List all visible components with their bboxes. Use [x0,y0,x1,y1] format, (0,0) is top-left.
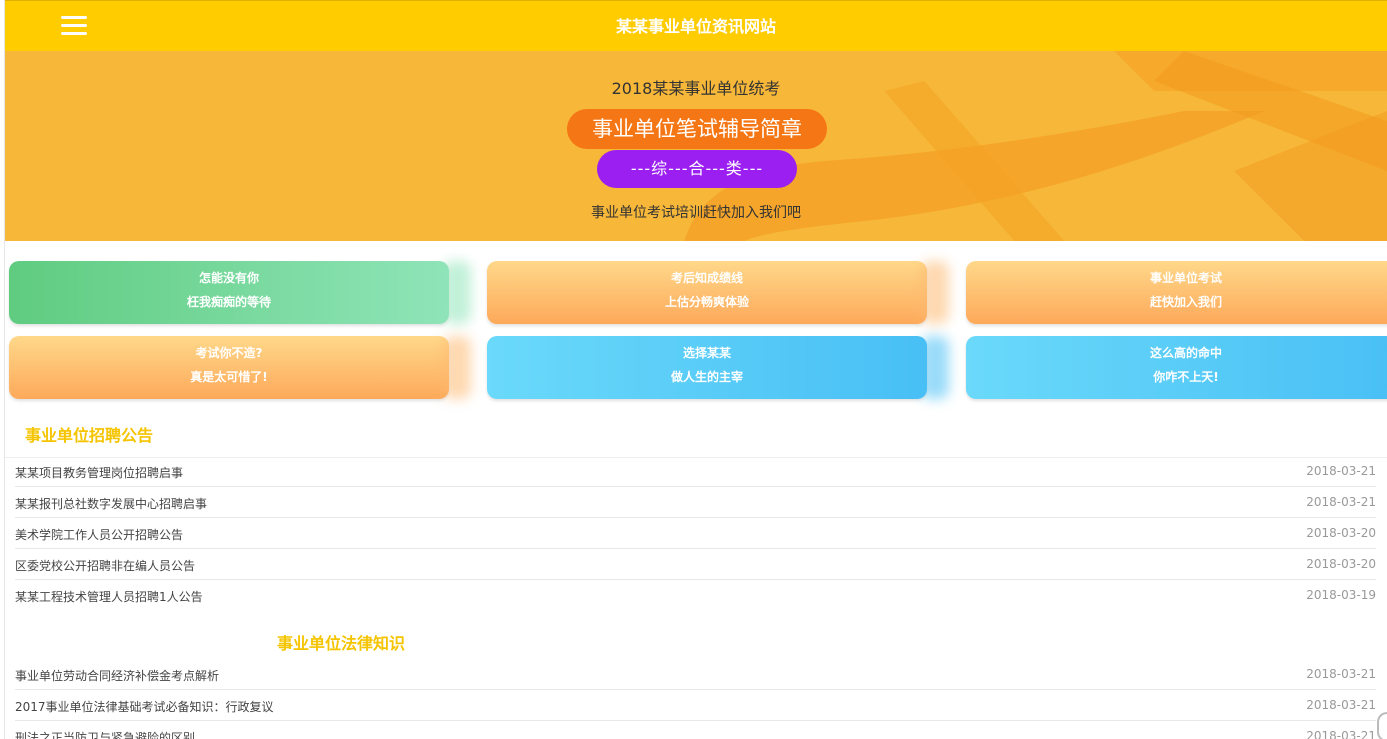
list-item-title: 某某报刊总社数字发展中心招聘启事 [15,497,208,511]
promo-card-line1: 考试你不造? [195,346,263,360]
list-item[interactable]: 区委党校公开招聘非在编人员公告 2018-03-20 [15,549,1376,580]
list-item[interactable]: 事业单位劳动合同经济补偿金考点解析 2018-03-21 [15,659,1376,690]
promo-card-line1: 选择某某 [682,346,731,360]
promo-card-line1: 怎能没有你 [198,271,259,285]
list-item[interactable]: 某某项目教务管理岗位招聘启事 2018-03-21 [15,456,1376,487]
promo-card[interactable]: 怎能没有你 枉我痴痴的等待 [9,261,449,324]
list-item[interactable]: 美术学院工作人员公开招聘公告 2018-03-20 [15,518,1376,549]
list-item-date: 2018-03-21 [1306,464,1376,478]
list-item-title: 美术学院工作人员公开招聘公告 [15,528,184,542]
scroll-to-top-handle[interactable] [1377,712,1387,739]
banner-subtitle: 2018某某事业单位统考 [611,79,781,98]
promo-card[interactable]: 考后知成绩线 上估分畅爽体验 [487,261,927,324]
promo-card-line2: 枉我痴痴的等待 [186,295,271,309]
list-item-title: 某某工程技术管理人员招聘1人公告 [15,590,203,604]
list-item-date: 2018-03-20 [1306,557,1376,571]
banner-category: ---综---合---类--- [597,150,797,188]
list-item-title: 区委党校公开招聘非在编人员公告 [15,559,196,573]
promo-card-line2: 上估分畅爽体验 [664,295,749,309]
list-item-title: 2017事业单位法律基础考试必备知识：行政复议 [15,700,274,714]
promo-card-line1: 这么高的命中 [1149,346,1222,360]
list-item-date: 2018-03-21 [1306,729,1376,739]
promo-card-line2: 真是太可惜了! [190,370,268,384]
site-title: 某某事业单位资讯网站 [615,17,776,36]
list-item-date: 2018-03-19 [1306,588,1376,602]
banner-note: 事业单位考试培训赶快加入我们吧 [591,205,801,221]
list-item-date: 2018-03-20 [1306,526,1376,540]
list-item-date: 2018-03-21 [1306,667,1376,681]
promo-card-line2: 赶快加入我们 [1149,295,1222,309]
list-item[interactable]: 刑法之正当防卫与紧急避险的区别 2018-03-21 [15,721,1376,739]
list-item-title: 事业单位劳动合同经济补偿金考点解析 [15,669,220,683]
top-bar: 某某事业单位资讯网站 [5,0,1387,51]
law-section-title: 事业单位法律知识 [277,634,406,653]
banner-headline: 事业单位笔试辅导简章 [567,109,827,149]
list-item[interactable]: 2017事业单位法律基础考试必备知识：行政复议 2018-03-21 [15,690,1376,721]
hero-banner[interactable]: 2018某某事业单位统考 事业单位笔试辅导简章 ---综---合---类--- … [5,51,1387,241]
promo-card[interactable]: 这么高的命中 你咋不上天! [966,336,1387,399]
list-item-date: 2018-03-21 [1306,495,1376,509]
promo-card[interactable]: 选择某某 做人生的主宰 [487,336,927,399]
promo-card-line1: 考后知成绩线 [670,271,743,285]
recruitment-list: 某某项目教务管理岗位招聘启事 2018-03-21 某某报刊总社数字发展中心招聘… [15,456,1376,611]
list-item[interactable]: 某某报刊总社数字发展中心招聘启事 2018-03-21 [15,487,1376,518]
promo-card-line2: 做人生的主宰 [670,370,743,384]
promo-card-line1: 事业单位考试 [1149,271,1222,285]
promo-card[interactable]: 考试你不造? 真是太可惜了! [9,336,449,399]
law-list: 事业单位劳动合同经济补偿金考点解析 2018-03-21 2017事业单位法律基… [15,659,1376,739]
promo-card[interactable]: 事业单位考试 赶快加入我们 [966,261,1387,324]
list-item-date: 2018-03-21 [1306,698,1376,712]
list-item-title: 某某项目教务管理岗位招聘启事 [15,466,184,480]
list-item-title: 刑法之正当防卫与紧急避险的区别 [15,731,196,739]
list-item[interactable]: 某某工程技术管理人员招聘1人公告 2018-03-19 [15,580,1376,611]
promo-cards: 怎能没有你 枉我痴痴的等待 考后知成绩线 上估分畅爽体验 事业单位考试 赶快加入… [9,261,1387,406]
page: 某某事业单位资讯网站 2018某某事业单位统考 事业单位笔试辅导简章 ---综-… [4,0,1387,739]
recruitment-section-title: 事业单位招聘公告 [25,426,154,445]
promo-card-line2: 你咋不上天! [1153,370,1219,384]
